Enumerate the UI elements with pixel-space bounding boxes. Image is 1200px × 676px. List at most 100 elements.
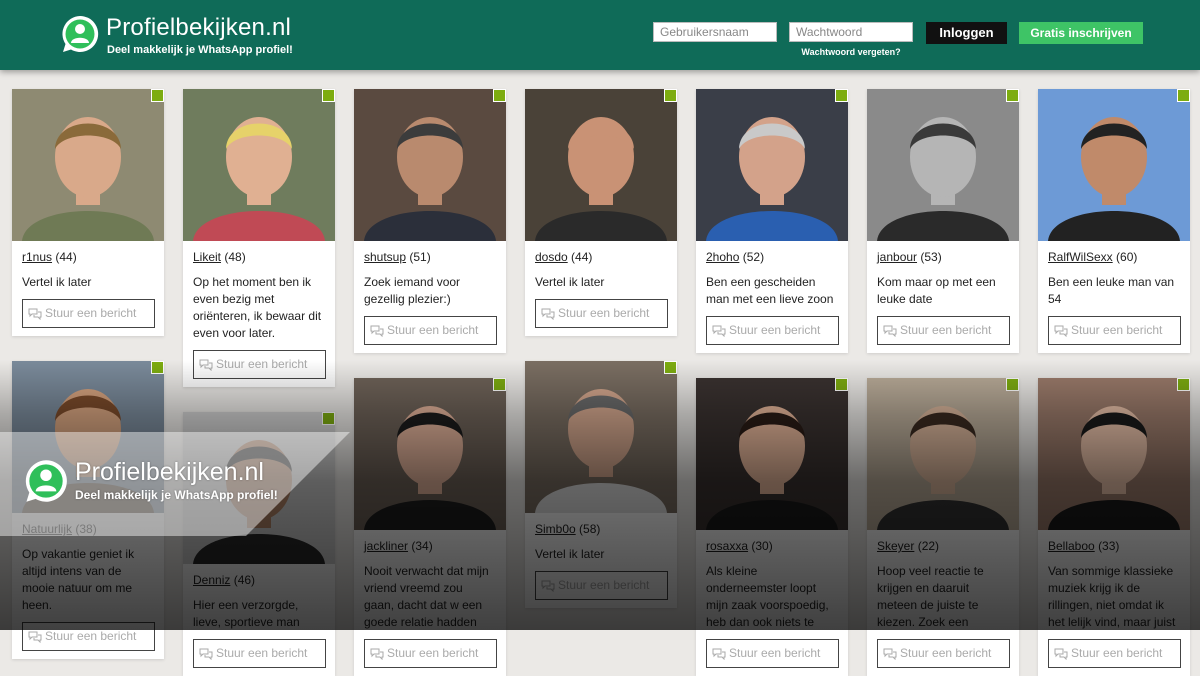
profile-age: (51) — [409, 250, 431, 264]
profile-photo[interactable] — [525, 89, 677, 241]
speech-bubbles-icon — [28, 308, 42, 321]
overlay-title: Profielbekijken.nl — [75, 458, 264, 486]
profile-username-link[interactable]: Denniz — [193, 573, 230, 587]
profile-card[interactable]: jackliner (34) Nooit verwacht dat mijn vr… — [354, 378, 506, 676]
online-status-indicator — [1006, 89, 1019, 102]
profile-age: (44) — [55, 250, 77, 264]
profile-photo[interactable] — [696, 89, 848, 241]
profile-description: Ben een leuke man van 54 — [1048, 275, 1175, 306]
profile-username-link[interactable]: rosaxxa — [706, 539, 748, 553]
profile-username-link[interactable]: janbour — [877, 250, 917, 264]
profile-card[interactable]: rosaxxa (30) Als kleine onderneemster loo… — [696, 378, 848, 676]
profile-card[interactable]: janbour (53) Kom maar op met een leuke da… — [867, 89, 1019, 353]
send-message-button[interactable]: Stuur een bericht — [22, 622, 155, 651]
forgot-password-link[interactable]: Wachtwoord vergeten? — [789, 47, 913, 57]
profile-username-link[interactable]: shutsup — [364, 250, 406, 264]
profile-card[interactable]: Skeyer (22) Hoop veel reactie te krijgen … — [867, 378, 1019, 676]
profile-name-line: 2hoho (52) — [706, 250, 838, 264]
profile-photo[interactable] — [696, 378, 848, 530]
speech-bubbles-icon — [370, 325, 384, 338]
profile-name-line: RalfWilSexx (60) — [1048, 250, 1180, 264]
profile-description: Ben een gescheiden man met een lieve zoo… — [706, 275, 834, 306]
profile-card[interactable]: shutsup (51) Zoek iemand voor gezellig pl… — [354, 89, 506, 353]
profile-photo[interactable] — [525, 361, 677, 513]
profile-description: Als kleine onderneemster loopt mijn zaak… — [706, 564, 829, 629]
send-message-button[interactable]: Stuur een bericht — [535, 299, 668, 328]
signup-button[interactable]: Gratis inschrijven — [1019, 22, 1143, 44]
profile-name-line: rosaxxa (30) — [706, 539, 838, 553]
profile-name-line: Bellaboo (33) — [1048, 539, 1180, 553]
profile-name-line: Skeyer (22) — [877, 539, 1009, 553]
profile-photo[interactable] — [12, 89, 164, 241]
send-message-button[interactable]: Stuur een bericht — [364, 316, 497, 345]
send-message-button[interactable]: Stuur een bericht — [1048, 639, 1181, 668]
send-message-label: Stuur een bericht — [387, 323, 479, 338]
online-status-indicator — [493, 89, 506, 102]
profile-username-link[interactable]: r1nus — [22, 250, 52, 264]
profile-card[interactable]: Bellaboo (33) Van sommige klassieke muzie… — [1038, 378, 1190, 676]
profile-photo[interactable] — [867, 89, 1019, 241]
overlay-subtitle: Deel makkelijk je WhatsApp profiel! — [75, 488, 278, 502]
profile-description: Vertel ik later — [535, 275, 605, 289]
profile-username-link[interactable]: Simb0o — [535, 522, 576, 536]
profile-card[interactable]: Likeit (48) Op het moment ben ik even bez… — [183, 89, 335, 387]
send-message-label: Stuur een bericht — [1071, 323, 1163, 338]
profile-description: Hier een verzorgde, lieve, sportieve man — [193, 598, 300, 629]
speech-bubbles-icon — [199, 648, 213, 661]
top-header: Profielbekijken.nl Deel makkelijk je Wha… — [0, 0, 1200, 70]
send-message-button[interactable]: Stuur een bericht — [877, 639, 1010, 668]
profile-name-line: janbour (53) — [877, 250, 1009, 264]
send-message-button[interactable]: Stuur een bericht — [877, 316, 1010, 345]
send-message-button[interactable]: Stuur een bericht — [706, 316, 839, 345]
send-message-label: Stuur een bericht — [216, 646, 308, 661]
online-status-indicator — [664, 89, 677, 102]
profile-description: Zoek iemand voor gezellig plezier:) — [364, 275, 461, 306]
send-message-button[interactable]: Stuur een bericht — [364, 639, 497, 668]
send-message-label: Stuur een bericht — [729, 323, 821, 338]
profile-username-link[interactable]: 2hoho — [706, 250, 739, 264]
speech-bubbles-icon — [712, 648, 726, 661]
speech-bubbles-icon — [199, 359, 213, 372]
profile-username-link[interactable]: Likeit — [193, 250, 221, 264]
speech-bubbles-icon — [370, 648, 384, 661]
profile-card[interactable]: dosdo (44) Vertel ik later Stuur een beric… — [525, 89, 677, 336]
profile-photo[interactable] — [354, 89, 506, 241]
send-message-button[interactable]: Stuur een bericht — [535, 571, 668, 600]
username-input[interactable] — [653, 22, 777, 42]
profile-age: (34) — [411, 539, 433, 553]
profile-username-link[interactable]: Bellaboo — [1048, 539, 1095, 553]
send-message-button[interactable]: Stuur een bericht — [706, 639, 839, 668]
profile-card[interactable]: Simb0o (58) Vertel ik later Stuur een beri… — [525, 361, 677, 608]
send-message-button[interactable]: Stuur een bericht — [193, 639, 326, 668]
password-input[interactable] — [789, 22, 913, 42]
profile-photo[interactable] — [1038, 378, 1190, 530]
profile-description: Nooit verwacht dat mijn vriend vreemd zo… — [364, 564, 489, 629]
send-message-label: Stuur een bericht — [729, 646, 821, 661]
send-message-button[interactable]: Stuur een bericht — [193, 350, 326, 379]
profile-age: (48) — [224, 250, 246, 264]
profile-card[interactable]: 2hoho (52) Ben een gescheiden man met een… — [696, 89, 848, 353]
profile-age: (33) — [1098, 539, 1120, 553]
login-button[interactable]: Inloggen — [926, 22, 1007, 44]
profile-card[interactable]: RalfWilSexx (60) Ben een leuke man van 54… — [1038, 89, 1190, 353]
send-message-button[interactable]: Stuur een bericht — [1048, 316, 1181, 345]
profile-name-line: dosdo (44) — [535, 250, 667, 264]
profile-photo[interactable] — [867, 378, 1019, 530]
profile-username-link[interactable]: Skeyer — [877, 539, 914, 553]
profile-username-link[interactable]: dosdo — [535, 250, 568, 264]
online-status-indicator — [1177, 378, 1190, 391]
online-status-indicator — [493, 378, 506, 391]
send-message-label: Stuur een bericht — [216, 357, 308, 372]
profile-photo[interactable] — [183, 89, 335, 241]
send-message-button[interactable]: Stuur een bericht — [22, 299, 155, 328]
profile-photo[interactable] — [1038, 89, 1190, 241]
send-message-label: Stuur een bericht — [900, 323, 992, 338]
logo-subtitle: Deel makkelijk je WhatsApp profiel! — [107, 44, 293, 56]
profile-card[interactable]: r1nus (44) Vertel ik later Stuur een beric… — [12, 89, 164, 336]
profile-username-link[interactable]: RalfWilSexx — [1048, 250, 1113, 264]
profile-username-link[interactable]: jackliner — [364, 539, 408, 553]
speech-bubbles-icon — [1054, 325, 1068, 338]
profile-photo[interactable] — [354, 378, 506, 530]
speech-bubbles-icon — [28, 631, 42, 644]
speech-bubbles-icon — [883, 325, 897, 338]
